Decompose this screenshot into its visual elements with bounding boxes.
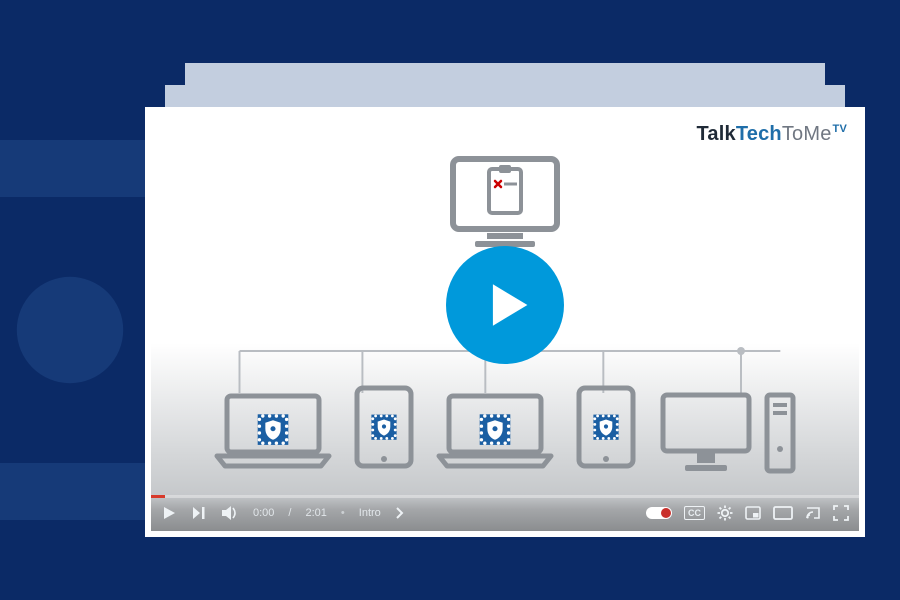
shield-badge-icon — [478, 412, 512, 446]
time-total: 2:01 — [305, 507, 326, 519]
chapter-label[interactable]: Intro — [359, 507, 381, 519]
volume-icon — [221, 505, 239, 521]
play-button[interactable] — [446, 246, 564, 364]
autoplay-toggle[interactable] — [646, 507, 672, 519]
time-sep: / — [288, 507, 291, 519]
volume-button[interactable] — [221, 505, 239, 521]
server-monitor-icon — [445, 155, 565, 250]
gear-icon — [717, 505, 733, 521]
video-card: TalkTechToMeTV — [145, 107, 865, 537]
monitor-icon — [657, 389, 755, 475]
video-controls: 0:00 / 2:01 • Intro CC — [151, 495, 859, 531]
network-diagram — [151, 113, 859, 531]
chapter-chevron[interactable] — [395, 505, 405, 521]
chapter-sep: • — [341, 507, 345, 519]
fullscreen-icon — [833, 505, 849, 521]
video-player: TalkTechToMeTV — [151, 113, 859, 531]
device-tablet — [575, 384, 637, 475]
progress-fill — [151, 495, 165, 498]
settings-button[interactable] — [717, 505, 733, 521]
shield-badge-icon — [370, 413, 398, 441]
chevron-right-icon — [395, 505, 405, 521]
controls-right: CC — [646, 505, 849, 521]
miniplayer-button[interactable] — [745, 505, 761, 521]
time-current: 0:00 — [253, 507, 274, 519]
next-button[interactable] — [191, 505, 207, 521]
fullscreen-button[interactable] — [833, 505, 849, 521]
theater-icon — [773, 505, 793, 521]
device-desktop — [657, 389, 797, 475]
shield-badge-icon — [256, 412, 290, 446]
next-icon — [191, 505, 207, 521]
cast-button[interactable] — [805, 505, 821, 521]
device-tablet — [353, 384, 415, 475]
device-row — [151, 384, 859, 475]
play-icon — [486, 282, 532, 328]
play-icon — [161, 505, 177, 521]
progress-bar[interactable] — [151, 495, 859, 498]
tower-icon — [763, 389, 797, 475]
shield-badge-icon — [592, 413, 620, 441]
device-laptop — [213, 390, 333, 475]
device-laptop — [435, 390, 555, 475]
cast-icon — [805, 505, 821, 521]
cc-button[interactable]: CC — [684, 506, 705, 520]
miniplayer-icon — [745, 505, 761, 521]
play-small-button[interactable] — [161, 505, 177, 521]
card-stack: TalkTechToMeTV — [145, 63, 865, 543]
theater-button[interactable] — [773, 505, 793, 521]
